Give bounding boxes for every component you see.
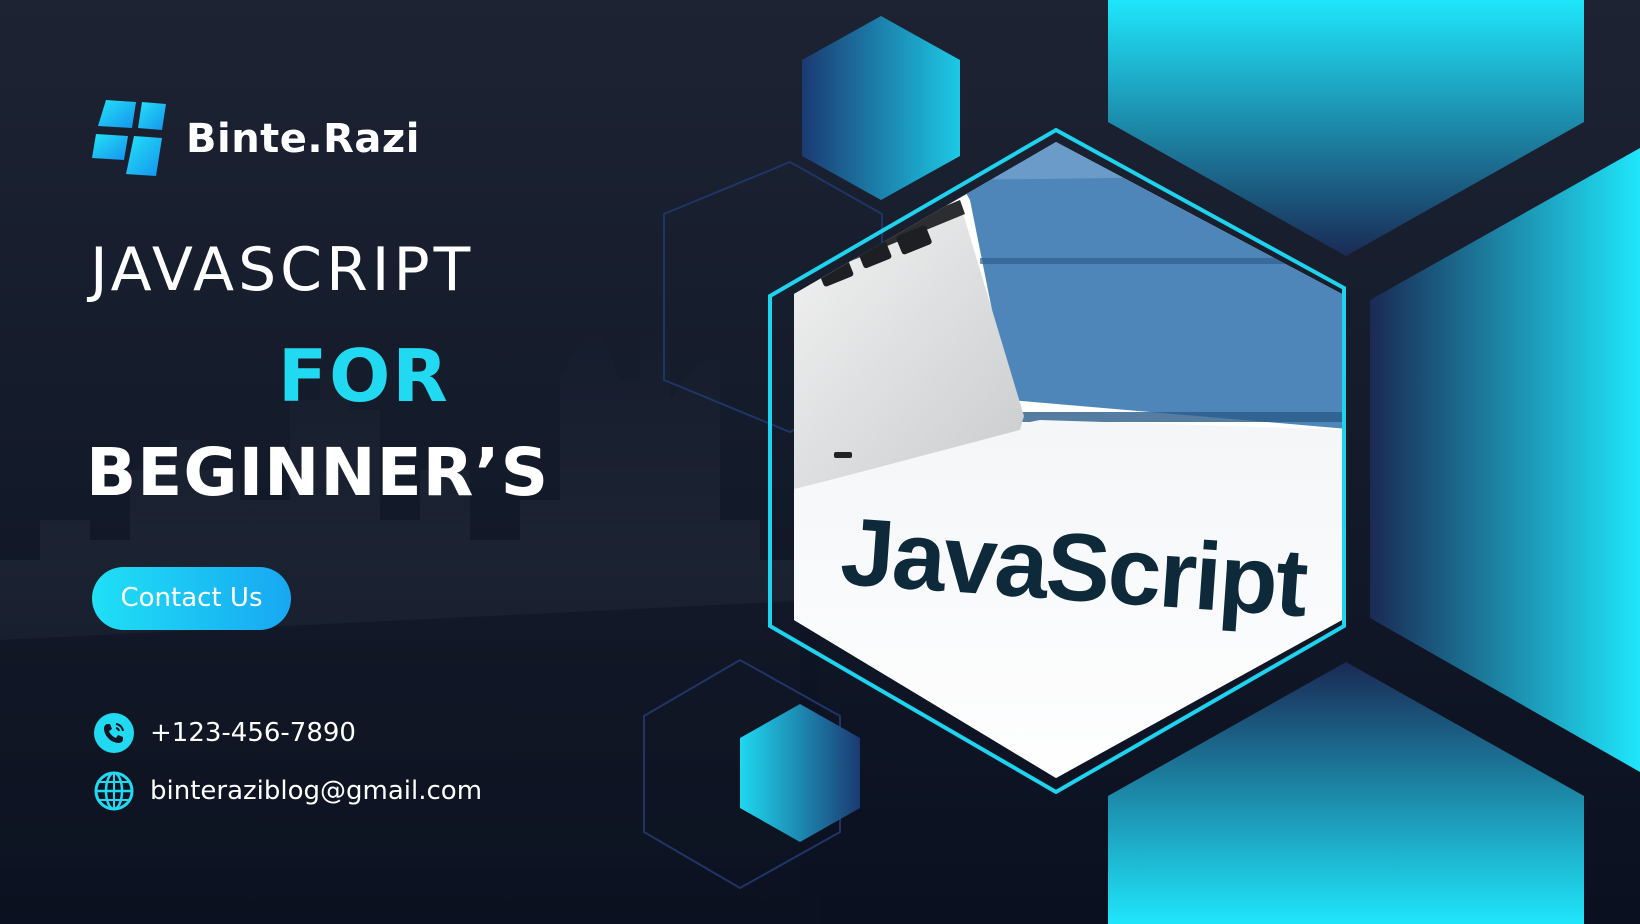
window-logo-icon — [92, 100, 166, 176]
hex-right-middle — [1370, 148, 1640, 772]
phone-contact[interactable]: +123-456-7890 — [94, 713, 356, 753]
contact-us-button[interactable]: Contact Us — [92, 567, 291, 630]
headline-javascript: JAVASCRIPT — [90, 235, 475, 305]
banner: JavaScript Binte.Razi JAVASCRIPT FOR BEG… — [0, 0, 1640, 924]
email-address: binteraziblog@gmail.com — [150, 776, 483, 806]
javascript-photo: JavaScript — [794, 142, 1342, 778]
headline-for: FOR — [278, 334, 450, 418]
phone-icon — [94, 713, 134, 753]
email-contact[interactable]: binteraziblog@gmail.com — [94, 771, 482, 811]
hex-top-filled — [802, 16, 960, 200]
brand: Binte.Razi — [92, 98, 420, 180]
globe-icon — [94, 771, 134, 811]
phone-number: +123-456-7890 — [150, 718, 356, 748]
headline-beginners: BEGINNER’S — [86, 434, 550, 511]
brand-name: Binte.Razi — [186, 116, 420, 162]
